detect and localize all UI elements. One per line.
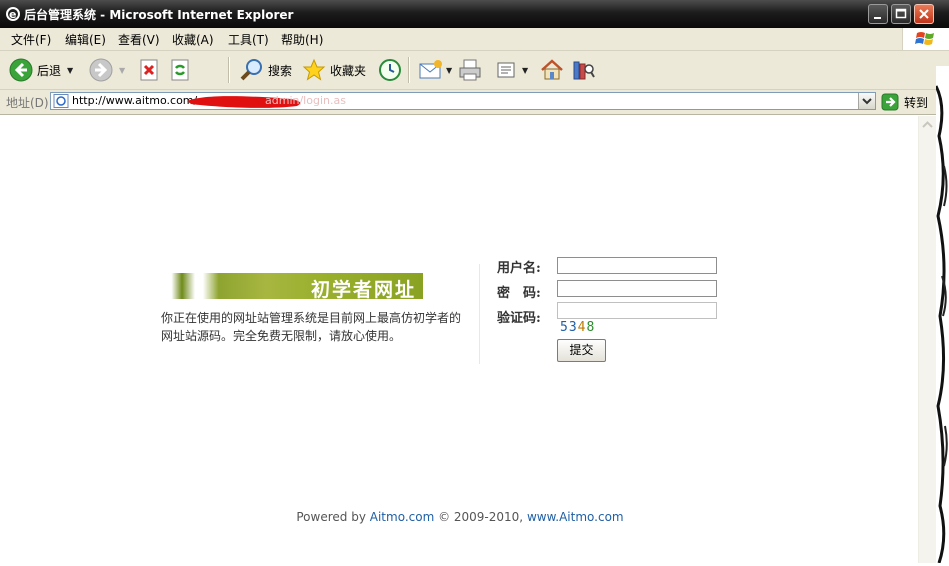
banner-text: 初学者网址 — [311, 279, 417, 299]
captcha-image[interactable]: 5348 — [560, 320, 595, 335]
edit-button[interactable]: ▼ — [496, 57, 528, 83]
go-button[interactable]: 转到 — [881, 93, 928, 111]
home-icon — [541, 59, 563, 80]
refresh-icon — [171, 59, 189, 81]
toolbar: 后退 ▼ ▼ 搜索 收藏夹 ▼ ▼ — [0, 51, 949, 90]
minimize-button[interactable] — [868, 4, 888, 24]
footer-prefix: Powered by — [296, 510, 370, 524]
books-icon — [573, 61, 595, 80]
menu-view[interactable]: 查看(V) — [118, 31, 160, 48]
print-button[interactable] — [458, 57, 482, 83]
menu-file[interactable]: 文件(F) — [11, 31, 51, 48]
document-edit-icon — [497, 62, 515, 78]
background-window-edge — [934, 66, 949, 564]
captcha-digit: 5 — [560, 320, 569, 335]
menu-tools[interactable]: 工具(T) — [228, 31, 269, 48]
vertical-scrollbar[interactable] — [918, 116, 936, 563]
mail-dropdown-icon[interactable]: ▼ — [446, 66, 452, 75]
address-label: 地址(D) — [6, 96, 49, 110]
url-tail-text: admin/login.as — [265, 94, 346, 107]
forward-dropdown-icon[interactable]: ▼ — [119, 66, 125, 75]
page-content: 初学者网址 你正在使用的网址站管理系统是目前网上最高仿初学者的网址站源码。完全免… — [2, 116, 918, 563]
address-dropdown-button[interactable] — [858, 93, 875, 109]
ie-icon: e — [6, 7, 20, 21]
chevron-up-icon — [922, 121, 933, 128]
menu-help[interactable]: 帮助(H) — [281, 31, 323, 48]
back-arrow-icon — [9, 58, 33, 82]
footer-site-link[interactable]: www.Aitmo.com — [527, 510, 624, 524]
refresh-button[interactable] — [169, 57, 191, 83]
search-button[interactable]: 搜索 — [240, 57, 292, 83]
research-button[interactable] — [571, 57, 595, 83]
window-title: 后台管理系统 - Microsoft Internet Explorer — [24, 8, 294, 22]
address-input[interactable]: http://www.aitmo.com/ admin/login.as — [50, 92, 876, 110]
favorites-label: 收藏夹 — [330, 63, 367, 78]
username-label: 用户名: — [497, 261, 541, 276]
captcha-digit: 8 — [586, 320, 596, 335]
forward-button[interactable]: ▼ — [89, 57, 125, 83]
maximize-icon — [895, 8, 907, 19]
footer-brand-link[interactable]: Aitmo.com — [370, 510, 435, 524]
username-input[interactable] — [557, 257, 717, 274]
menu-favorites[interactable]: 收藏(A) — [172, 31, 214, 48]
search-icon — [240, 59, 262, 81]
chevron-down-icon — [862, 98, 872, 105]
history-icon — [379, 59, 401, 81]
captcha-label: 验证码: — [497, 311, 541, 326]
stop-icon — [140, 59, 158, 81]
edit-dropdown-icon[interactable]: ▼ — [522, 66, 528, 75]
minimize-icon — [874, 17, 881, 19]
captcha-digit: 3 — [568, 320, 578, 335]
menu-edit[interactable]: 编辑(E) — [65, 31, 106, 48]
svg-text:e: e — [9, 8, 16, 21]
printer-icon — [459, 59, 481, 81]
site-banner: 初学者网址 — [161, 273, 423, 299]
background-art-icon — [934, 85, 948, 564]
toolbar-separator — [408, 57, 410, 83]
page-icon — [53, 94, 69, 108]
close-icon — [919, 9, 929, 19]
footer-copyright: © 2009-2010, — [434, 510, 527, 524]
stop-button[interactable] — [138, 57, 160, 83]
password-label: 密 码: — [497, 286, 541, 301]
forward-arrow-icon — [89, 58, 113, 82]
windows-flag-icon — [915, 32, 934, 45]
mail-button[interactable]: ▼ — [418, 57, 452, 83]
window-titlebar: e 后台管理系统 - Microsoft Internet Explorer — [0, 0, 949, 28]
footer: Powered by Aitmo.com © 2009-2010, www.Ai… — [2, 510, 918, 524]
menu-bar: 文件(F) 编辑(E) 查看(V) 收藏(A) 工具(T) 帮助(H) — [0, 28, 949, 51]
mail-icon — [419, 60, 442, 79]
back-dropdown-icon[interactable]: ▼ — [67, 66, 73, 75]
address-bar: 地址(D) http://www.aitmo.com/ admin/login.… — [0, 90, 949, 115]
go-label: 转到 — [904, 95, 929, 110]
vertical-divider — [479, 264, 480, 364]
password-input[interactable] — [557, 280, 717, 297]
favorites-button[interactable]: 收藏夹 — [302, 57, 366, 83]
history-button[interactable] — [378, 57, 402, 83]
windows-logo — [902, 28, 949, 50]
url-text: http://www.aitmo.com/ — [72, 94, 198, 107]
toolbar-separator — [228, 57, 230, 83]
scroll-up-button[interactable] — [919, 116, 936, 133]
back-label: 后退 — [37, 63, 62, 78]
home-button[interactable] — [540, 57, 564, 83]
star-icon — [302, 58, 326, 81]
submit-button[interactable]: 提交 — [557, 339, 606, 362]
intro-text: 你正在使用的网址站管理系统是目前网上最高仿初学者的网址站源码。完全免费无限制，请… — [161, 311, 462, 343]
captcha-input[interactable] — [557, 302, 717, 319]
maximize-button[interactable] — [891, 4, 911, 24]
back-button[interactable]: 后退 ▼ — [9, 57, 73, 83]
go-arrow-icon — [881, 93, 899, 111]
search-label: 搜索 — [268, 63, 293, 78]
close-button[interactable] — [914, 4, 934, 24]
